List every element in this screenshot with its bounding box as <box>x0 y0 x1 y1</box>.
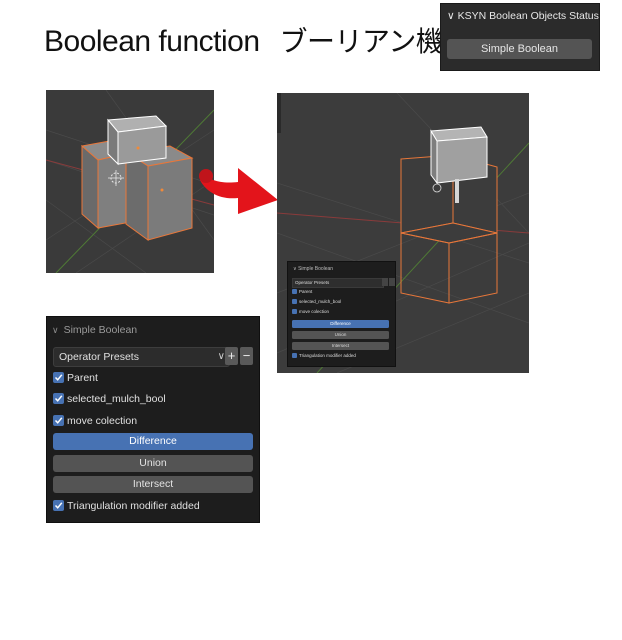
checkbox-selected-mulch-bool[interactable]: selected_mulch_bool <box>53 393 166 406</box>
checkbox-checked-icon <box>53 393 64 404</box>
chevron-down-icon: ∨ <box>293 266 297 272</box>
checkbox-checked-icon <box>53 372 64 383</box>
page-title: Boolean function ブーリアン機能 <box>44 20 471 60</box>
mini-checkbox-label: move colection <box>299 309 330 314</box>
checkbox-checked-icon <box>53 500 64 511</box>
title-en: Boolean function <box>44 25 260 58</box>
checkbox-checked-icon <box>53 415 64 426</box>
union-button[interactable]: Union <box>53 455 253 472</box>
mini-checkbox-label: Triangulation modifier added <box>299 353 356 358</box>
mini-panel-header[interactable]: ∨ Simple Boolean <box>293 266 333 272</box>
status-panel-title: KSYN Boolean Objects Status <box>457 10 599 22</box>
checkbox-label: selected_mulch_bool <box>67 393 166 405</box>
mini-checkbox-label: Parent <box>299 289 313 294</box>
chevron-down-icon: ∨ <box>447 10 455 22</box>
checkbox-icon <box>292 309 297 315</box>
mini-checkbox-selected-mulch-bool[interactable]: selected_mulch_bool <box>292 299 342 305</box>
mini-difference-button[interactable]: Difference <box>292 320 389 328</box>
checkbox-triangulation-modifier[interactable]: Triangulation modifier added <box>53 500 200 513</box>
mini-operator-presets[interactable]: Operator Presets <box>292 278 384 288</box>
operator-presets-dropdown[interactable]: Operator Presets ∨ <box>53 347 230 367</box>
mini-checkbox-move-colection[interactable]: move colection <box>292 309 330 315</box>
checkbox-icon <box>292 299 297 305</box>
chevron-down-icon: ∨ <box>52 325 59 335</box>
checkbox-icon <box>292 289 297 295</box>
checkbox-parent[interactable]: Parent <box>53 372 98 385</box>
checkbox-move-colection[interactable]: move colection <box>53 415 137 428</box>
operator-presets-label: Operator Presets <box>59 351 139 363</box>
chevron-down-icon: ∨ <box>217 351 225 362</box>
viewport-before-scene <box>46 90 214 273</box>
mini-checkbox-label: selected_mulch_bool <box>299 299 342 304</box>
mini-simple-boolean-panel: ∨ Simple Boolean Operator Presets Parent… <box>287 261 396 367</box>
mini-remove-preset-button[interactable] <box>389 278 395 286</box>
mini-union-button[interactable]: Union <box>292 331 389 339</box>
mini-add-preset-button[interactable] <box>382 278 388 286</box>
viewport-before[interactable] <box>46 90 214 273</box>
mini-intersect-button[interactable]: Intersect <box>292 342 389 350</box>
mini-checkbox-triangulation[interactable]: Triangulation modifier added <box>292 353 356 359</box>
checkbox-label: Parent <box>67 372 98 384</box>
add-preset-button[interactable]: + <box>225 347 238 365</box>
simple-boolean-button[interactable]: Simple Boolean <box>447 39 592 59</box>
difference-button[interactable]: Difference <box>53 433 253 450</box>
simple-boolean-panel: ∨ Simple Boolean Operator Presets ∨ + − P… <box>46 316 260 523</box>
intersect-button[interactable]: Intersect <box>53 476 253 493</box>
arrow-right-icon <box>199 168 278 214</box>
status-panel-header[interactable]: ∨ KSYN Boolean Objects Status <box>447 10 599 22</box>
checkbox-label: Triangulation modifier added <box>67 500 200 512</box>
status-panel: ∨ KSYN Boolean Objects Status Simple Boo… <box>440 3 600 71</box>
checkbox-icon <box>292 353 297 359</box>
remove-preset-button[interactable]: − <box>240 347 253 365</box>
panel-header[interactable]: ∨ Simple Boolean <box>52 324 137 336</box>
mini-panel-title: Simple Boolean <box>298 266 334 272</box>
viewport-after[interactable]: ∨ Simple Boolean Operator Presets Parent… <box>277 93 529 373</box>
mini-checkbox-parent[interactable]: Parent <box>292 289 313 295</box>
panel-title: Simple Boolean <box>63 324 138 336</box>
checkbox-label: move colection <box>67 415 138 427</box>
